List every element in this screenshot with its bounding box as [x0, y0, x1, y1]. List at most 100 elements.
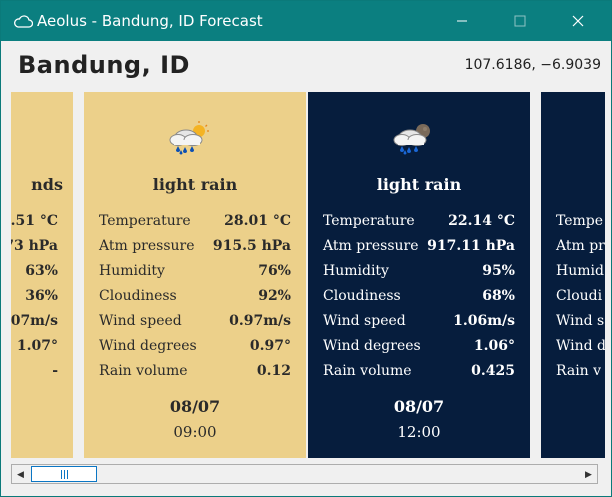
stat-label: Tempe	[556, 213, 604, 229]
stat-value: 68%	[482, 288, 515, 304]
stat-cloudiness: Cloudiness 92%	[99, 288, 291, 308]
stat-label: Humidity	[323, 263, 389, 279]
stat-label: Wind speed	[99, 313, 182, 329]
forecast-date: 08/07	[169, 397, 221, 416]
stat-value: 22.14 °C	[448, 213, 515, 229]
stat-label: Atm pressure	[323, 238, 419, 254]
stat-value: 0.97m/s	[229, 313, 291, 329]
rain-cloud-moon-icon	[393, 124, 430, 155]
forecast-time: 12:00	[397, 423, 441, 441]
stat-value: -	[52, 363, 58, 379]
chevron-left-icon: ◀	[17, 468, 24, 479]
window-title: Aeolus - Bandung, ID Forecast	[37, 12, 263, 30]
stat-value: 95%	[482, 263, 515, 279]
stat-label: Rain volume	[99, 363, 188, 379]
stat-value: 36%	[25, 288, 58, 304]
thumb-grip	[64, 470, 65, 479]
forecast-card: light rain Temperature 28.01 °C Atm press…	[84, 92, 306, 458]
thumb-grip	[61, 470, 62, 479]
stat-value: 63%	[25, 263, 58, 279]
forecast-card: light rain Temperature 22.14 °C Atm press…	[308, 92, 530, 458]
stat-value: 1.07°	[16, 338, 58, 354]
stat-value: 76%	[258, 263, 291, 279]
maximize-button[interactable]	[497, 1, 543, 41]
stat-label: Temperature	[323, 213, 415, 229]
stat-cloudiness: Cloudi	[556, 288, 605, 308]
stat-wind-degrees: 1.07°	[11, 338, 58, 358]
stat-cloudiness: Cloudiness 68%	[323, 288, 515, 308]
stat-value: 73 hPa	[11, 238, 58, 254]
forecast-card: Tempe Atm pr Humid Cloudi Wind s Wind d …	[541, 92, 605, 458]
stat-value: 0.425	[471, 363, 515, 379]
forecast-date: 08/07	[393, 397, 445, 416]
coordinates: 107.6186, −6.9039	[464, 57, 601, 73]
stat-label: Wind speed	[323, 313, 406, 329]
stat-temperature: 8.51 °C	[11, 213, 58, 233]
stat-pressure: 73 hPa	[11, 238, 58, 258]
stat-wind-degrees: Wind degrees 0.97°	[99, 338, 291, 358]
forecast-time: 09:00	[173, 423, 217, 441]
stat-label: Wind s	[556, 313, 605, 329]
stat-label: Cloudiness	[323, 288, 401, 304]
stat-temperature: Tempe	[556, 213, 605, 233]
close-icon	[572, 15, 584, 27]
stat-label: Humidity	[99, 263, 165, 279]
stat-humidity: Humid	[556, 263, 605, 283]
forecast-card: nds 8.51 °C 73 hPa 63% 36% .07m/s 1.07° …	[11, 92, 73, 458]
scroll-left-button[interactable]: ◀	[12, 465, 29, 483]
stat-value: 915.5 hPa	[212, 238, 291, 254]
maximize-icon	[514, 15, 526, 27]
stat-value: 28.01 °C	[224, 213, 291, 229]
stat-pressure: Atm pr	[556, 238, 605, 258]
stat-label: Atm pressure	[99, 238, 195, 254]
stat-temperature: Temperature 22.14 °C	[323, 213, 515, 233]
stat-rain-volume: -	[11, 363, 58, 383]
chevron-right-icon: ▶	[585, 468, 592, 479]
location-header: Bandung, ID 107.6186, −6.9039	[1, 41, 611, 89]
stat-value: 0.12	[256, 363, 291, 379]
stat-value: 92%	[258, 288, 291, 304]
stat-humidity: Humidity 76%	[99, 263, 291, 283]
stat-label: Cloudi	[556, 288, 603, 304]
stat-cloudiness: 36%	[11, 288, 58, 308]
stat-label: Temperature	[99, 213, 191, 229]
stat-value: 917.11 hPa	[427, 238, 515, 254]
stat-label: Wind degrees	[323, 338, 421, 354]
stat-wind-degrees: Wind d	[556, 338, 605, 358]
stat-label: Cloudiness	[99, 288, 177, 304]
title-bar[interactable]: Aeolus - Bandung, ID Forecast	[1, 1, 611, 41]
cloud-icon	[14, 15, 33, 28]
horizontal-scrollbar[interactable]: ◀ ▶	[11, 464, 598, 484]
minimize-button[interactable]	[439, 1, 485, 41]
stat-label: Rain volume	[323, 363, 412, 379]
minimize-icon	[457, 20, 467, 22]
stat-wind-speed: Wind speed 1.06m/s	[323, 313, 515, 333]
stat-rain-volume: Rain volume 0.425	[323, 363, 515, 383]
forecast-description: nds	[31, 175, 63, 194]
stat-humidity: 63%	[11, 263, 58, 283]
stat-temperature: Temperature 28.01 °C	[99, 213, 291, 233]
stat-label: Humid	[556, 263, 604, 279]
thumb-grip	[67, 470, 68, 479]
stat-humidity: Humidity 95%	[323, 263, 515, 283]
rain-cloud-sun-icon	[169, 121, 209, 155]
forecast-strip[interactable]: nds 8.51 °C 73 hPa 63% 36% .07m/s 1.07° …	[11, 92, 605, 458]
stat-label: Rain v	[556, 363, 602, 379]
stat-value: 0.97°	[249, 338, 291, 354]
close-button[interactable]	[555, 1, 601, 41]
stat-rain-volume: Rain volume 0.12	[99, 363, 291, 383]
forecast-description: light rain	[152, 175, 238, 194]
stat-value: 8.51 °C	[11, 213, 58, 229]
stat-pressure: Atm pressure 917.11 hPa	[323, 238, 515, 258]
stat-rain-volume: Rain v	[556, 363, 605, 383]
scroll-right-button[interactable]: ▶	[580, 465, 597, 483]
stat-pressure: Atm pressure 915.5 hPa	[99, 238, 291, 258]
scroll-thumb[interactable]	[31, 466, 97, 482]
stat-value: 1.06°	[473, 338, 515, 354]
city-name: Bandung, ID	[18, 51, 190, 79]
stat-value: 1.06m/s	[453, 313, 515, 329]
stat-label: Atm pr	[556, 238, 605, 254]
stat-label: Wind degrees	[99, 338, 197, 354]
stat-wind-speed: .07m/s	[11, 313, 58, 333]
stat-value: .07m/s	[11, 313, 58, 329]
